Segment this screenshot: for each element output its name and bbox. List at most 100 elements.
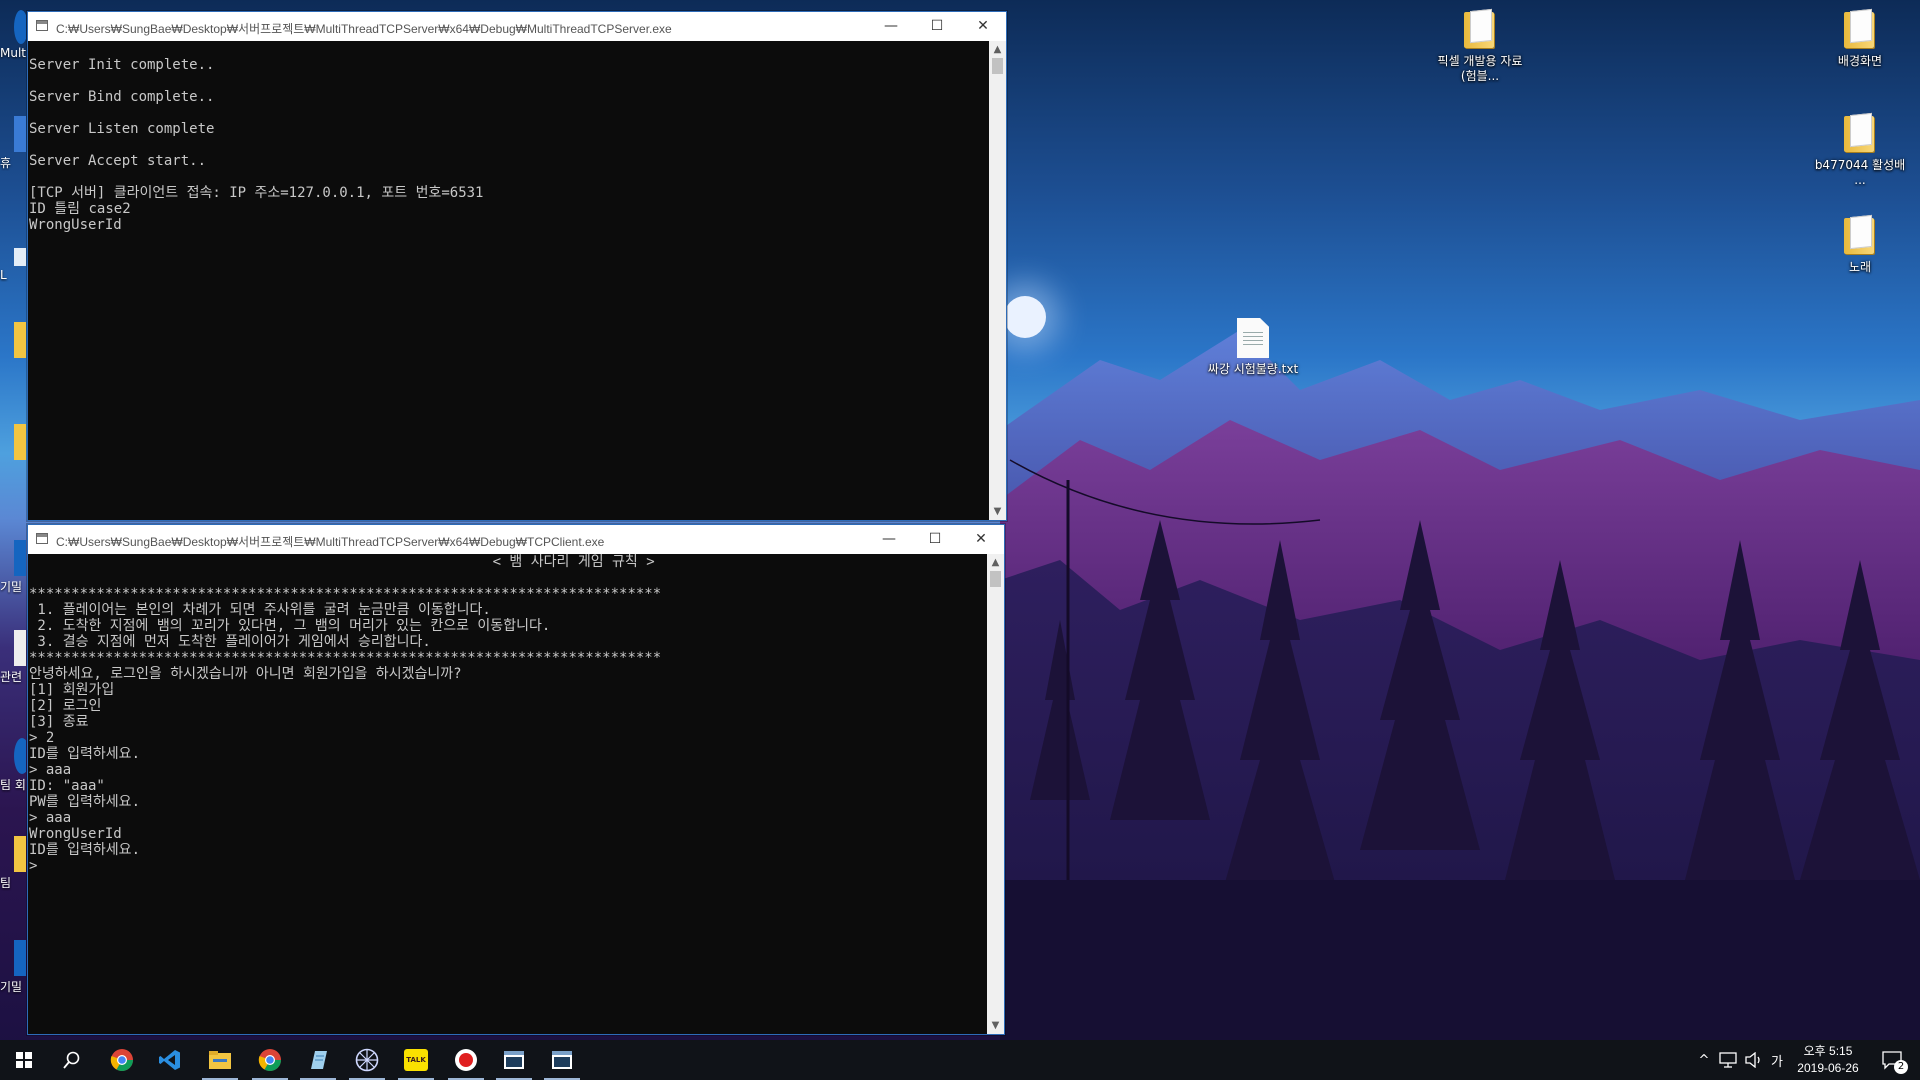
console-line: ****************************************… xyxy=(29,650,662,666)
scroll-thumb[interactable] xyxy=(992,58,1003,74)
taskbar-vscode[interactable] xyxy=(146,1040,194,1080)
record-icon xyxy=(455,1049,477,1071)
taskbar-network-app[interactable] xyxy=(343,1040,391,1080)
scroll-down-icon[interactable]: ▼ xyxy=(989,503,1006,520)
clock[interactable]: 오후 5:15 2019-06-26 xyxy=(1788,1043,1868,1077)
desktop-folder-pixel-dev[interactable]: 픽셀 개발용 자료(험블... xyxy=(1432,10,1528,84)
scroll-down-icon[interactable]: ▼ xyxy=(987,1017,1004,1034)
desktop-folder-wallpaper[interactable]: 배경화면 xyxy=(1812,10,1908,69)
taskbar-chrome-2[interactable] xyxy=(246,1040,294,1080)
console-line: WrongUserId xyxy=(29,217,122,233)
desktop-icon-partial[interactable]: 팀 회 xyxy=(0,738,26,793)
taskbar-file-explorer[interactable] xyxy=(196,1040,244,1080)
kakaotalk-icon: TALK xyxy=(404,1049,428,1071)
scroll-thumb[interactable] xyxy=(990,571,1001,587)
network-icon-glyph xyxy=(1719,1052,1737,1068)
taskbar-chrome[interactable] xyxy=(98,1040,146,1080)
taskbar-console-2[interactable] xyxy=(538,1040,586,1080)
scroll-up-icon[interactable]: ▲ xyxy=(987,554,1004,571)
console-line: < 뱀 사다리 게임 규칙 > xyxy=(29,554,655,570)
desktop-icon-label: 배경화면 xyxy=(1837,54,1883,68)
desktop-icon-partial[interactable]: 관련 xyxy=(0,630,26,685)
console-line: > aaa xyxy=(29,810,72,826)
desktop-icon-partial[interactable] xyxy=(0,424,26,462)
desktop-icon-partial[interactable]: 기밀 xyxy=(0,940,26,995)
desktop-folder-b477044[interactable]: b477044 활성배 ... xyxy=(1812,114,1908,188)
vertical-scrollbar[interactable]: ▲ ▼ xyxy=(987,554,1004,1034)
ime-indicator[interactable]: 가 xyxy=(1766,1040,1788,1080)
start-button[interactable] xyxy=(0,1040,48,1080)
desktop-icon-partial[interactable]: Mult xyxy=(0,10,26,60)
console-line: > aaa xyxy=(29,762,72,778)
taskbar-recorder[interactable] xyxy=(442,1040,490,1080)
desktop-icon-partial[interactable] xyxy=(0,322,26,360)
title-bar[interactable]: C:₩Users₩SungBae₩Desktop₩서버프로젝트₩MultiThr… xyxy=(28,525,1004,554)
console-prompt-line[interactable]: > xyxy=(28,858,987,874)
close-button[interactable]: ✕ xyxy=(960,12,1006,41)
window-title: C:₩Users₩SungBae₩Desktop₩서버프로젝트₩MultiThr… xyxy=(56,22,672,36)
console-app-icon xyxy=(36,533,48,544)
desktop-icon-partial[interactable]: 기밀 xyxy=(0,540,26,595)
vertical-scrollbar[interactable]: ▲ ▼ xyxy=(989,41,1006,520)
taskbar-kakaotalk[interactable]: TALK xyxy=(392,1040,440,1080)
console-line: [2] 로그인 xyxy=(29,698,102,714)
desktop-text-file[interactable]: 싸강 시험불량.txt xyxy=(1205,318,1301,377)
server-console-window[interactable]: C:₩Users₩SungBae₩Desktop₩서버프로젝트₩MultiThr… xyxy=(27,11,1007,521)
search-icon xyxy=(63,1051,80,1069)
notification-center-button[interactable]: 2 xyxy=(1874,1040,1910,1080)
console-line: ID를 입력하세요. xyxy=(29,746,140,762)
search-button[interactable] xyxy=(48,1040,96,1080)
folder-icon xyxy=(1842,10,1878,50)
desktop-icon-label: 픽셀 개발용 자료(험블... xyxy=(1437,54,1523,83)
notification-badge: 2 xyxy=(1894,1060,1908,1074)
maximize-button[interactable]: ☐ xyxy=(912,525,958,554)
console-line: 1. 플레이어는 본인의 차례가 되면 주사위를 굴려 눈금만큼 이동합니다. xyxy=(29,602,491,618)
console-line: ID를 입력하세요. xyxy=(29,842,140,858)
minimize-button[interactable]: — xyxy=(866,525,912,554)
taskbar-notepad[interactable] xyxy=(294,1040,342,1080)
desktop-icon-label: b477044 활성배 ... xyxy=(1814,158,1906,187)
console-line: [TCP 서버] 클라이언트 접속: IP 주소=127.0.0.1, 포트 번… xyxy=(29,185,484,201)
network-app-icon xyxy=(355,1048,379,1072)
desktop-icon-label: 싸강 시험불량.txt xyxy=(1207,362,1299,376)
tray-chevron-icon[interactable]: ^ xyxy=(1694,1040,1714,1080)
folder-icon xyxy=(1462,10,1498,50)
console-icon xyxy=(504,1051,524,1069)
desktop-icon-label: 노래 xyxy=(1848,260,1872,274)
console-line: Server Accept start.. xyxy=(29,153,207,169)
folder-icon xyxy=(1842,114,1878,154)
console-line: ****************************************… xyxy=(29,586,662,602)
speaker-icon xyxy=(1745,1052,1760,1068)
chrome-icon xyxy=(110,1049,133,1071)
taskbar: TALK ^ 가 오후 5:15 2019-06-26 2 xyxy=(0,1040,1920,1080)
console-output[interactable]: < 뱀 사다리 게임 규칙 > ************************… xyxy=(28,554,987,1034)
console-icon xyxy=(552,1051,572,1069)
console-output[interactable]: Server Init complete.. Server Bind compl… xyxy=(28,41,989,520)
console-line: ID: "aaa" xyxy=(29,778,105,794)
scroll-up-icon[interactable]: ▲ xyxy=(989,41,1006,58)
console-line: WrongUserId xyxy=(29,826,122,842)
desktop-icon-partial[interactable]: 팀 xyxy=(0,836,26,891)
console-line: PW를 입력하세요. xyxy=(29,794,140,810)
console-line: > 2 xyxy=(29,730,55,746)
console-line: Server Bind complete.. xyxy=(29,89,215,105)
chrome-icon xyxy=(258,1049,281,1071)
console-line: Server Listen complete xyxy=(29,121,215,137)
console-line: 안녕하세요, 로그인을 하시겠습니까 아니면 회원가입을 하시겠습니까? xyxy=(29,666,462,682)
close-button[interactable]: ✕ xyxy=(958,525,1004,554)
volume-icon[interactable] xyxy=(1742,1040,1766,1080)
network-icon[interactable] xyxy=(1716,1040,1740,1080)
desktop-icon-partial[interactable]: 휴 xyxy=(0,116,26,171)
text-file-icon xyxy=(1237,318,1269,358)
console-app-icon xyxy=(36,20,48,31)
console-line: [3] 종료 xyxy=(29,714,89,730)
desktop-icon-partial[interactable]: L xyxy=(0,248,26,282)
taskbar-console-1[interactable] xyxy=(490,1040,538,1080)
window-title: C:₩Users₩SungBae₩Desktop₩서버프로젝트₩MultiThr… xyxy=(56,535,605,549)
title-bar[interactable]: C:₩Users₩SungBae₩Desktop₩서버프로젝트₩MultiThr… xyxy=(28,12,1006,41)
desktop-folder-music[interactable]: 노래 xyxy=(1812,216,1908,275)
maximize-button[interactable]: ☐ xyxy=(914,12,960,41)
minimize-button[interactable]: — xyxy=(868,12,914,41)
client-console-window[interactable]: C:₩Users₩SungBae₩Desktop₩서버프로젝트₩MultiThr… xyxy=(27,524,1005,1035)
